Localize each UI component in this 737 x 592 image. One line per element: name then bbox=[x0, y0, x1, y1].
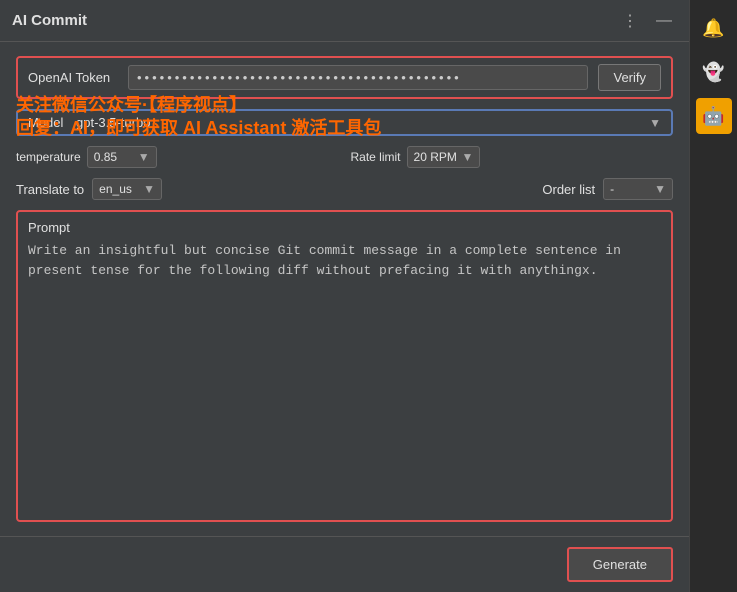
temperature-label: temperature bbox=[16, 150, 81, 164]
order-select-wrapper: - asc desc ▼ bbox=[603, 178, 673, 200]
notification-icon-button[interactable]: 🔔 bbox=[696, 10, 732, 46]
right-sidebar: 🔔 👻 🤖 bbox=[689, 0, 737, 592]
title-bar: AI Commit ⋮ — bbox=[0, 0, 689, 42]
model-select[interactable]: gpt-3.5-turbo gpt-4 gpt-4-turbo bbox=[76, 115, 641, 130]
rate-limit-group: Rate limit 20 RPM 10 RPM 30 RPM ▼ bbox=[351, 146, 674, 168]
translate-arrow-icon: ▼ bbox=[143, 182, 155, 196]
token-row: OpenAI Token Verify bbox=[16, 56, 673, 99]
app-title: AI Commit bbox=[12, 12, 87, 29]
token-label: OpenAI Token bbox=[28, 70, 118, 85]
rate-limit-label: Rate limit bbox=[351, 150, 401, 164]
temperature-select[interactable]: 0.85 0.5 1.0 1.5 bbox=[94, 150, 134, 164]
prompt-textarea[interactable]: Write an insightful but concise Git comm… bbox=[28, 241, 661, 512]
translate-select-wrapper: en_us zh_cn ja_jp fr_fr ▼ bbox=[92, 178, 162, 200]
order-select[interactable]: - asc desc bbox=[610, 182, 650, 196]
robot-icon: 🤖 bbox=[702, 106, 724, 127]
verify-button[interactable]: Verify bbox=[598, 64, 661, 91]
translate-order-row: Translate to en_us zh_cn ja_jp fr_fr ▼ O… bbox=[16, 178, 673, 200]
temperature-select-wrapper: 0.85 0.5 1.0 1.5 ▼ bbox=[87, 146, 157, 168]
order-arrow-icon: ▼ bbox=[654, 182, 666, 196]
bottom-bar: Generate bbox=[0, 536, 689, 592]
main-panel: AI Commit ⋮ — 关注微信公众号·【程序视点】 回复：AI，即可获取 … bbox=[0, 0, 689, 592]
temperature-arrow-icon: ▼ bbox=[138, 150, 150, 164]
notification-icon: 🔔 bbox=[702, 18, 724, 39]
rate-limit-select[interactable]: 20 RPM 10 RPM 30 RPM bbox=[414, 150, 458, 164]
temperature-group: temperature 0.85 0.5 1.0 1.5 ▼ bbox=[16, 146, 339, 168]
temp-rate-row: temperature 0.85 0.5 1.0 1.5 ▼ Rate limi… bbox=[16, 146, 673, 168]
model-select-arrow-icon: ▼ bbox=[649, 116, 661, 130]
order-label: Order list bbox=[542, 182, 595, 197]
ghost-icon: 👻 bbox=[702, 62, 724, 83]
translate-group: Translate to en_us zh_cn ja_jp fr_fr ▼ bbox=[16, 178, 162, 200]
model-row: Model gpt-3.5-turbo gpt-4 gpt-4-turbo ▼ bbox=[16, 109, 673, 136]
ghost-icon-button[interactable]: 👻 bbox=[696, 54, 732, 90]
minimize-button[interactable]: — bbox=[651, 10, 677, 32]
rate-limit-select-wrapper: 20 RPM 10 RPM 30 RPM ▼ bbox=[407, 146, 481, 168]
title-actions: ⋮ — bbox=[617, 9, 677, 33]
model-label: Model bbox=[28, 115, 68, 130]
menu-icon-button[interactable]: ⋮ bbox=[617, 9, 643, 33]
rate-limit-arrow-icon: ▼ bbox=[462, 150, 474, 164]
robot-icon-button[interactable]: 🤖 bbox=[696, 98, 732, 134]
prompt-label: Prompt bbox=[28, 220, 661, 235]
token-input[interactable] bbox=[128, 65, 588, 90]
content-area: 关注微信公众号·【程序视点】 回复：AI，即可获取 AI Assistant 激… bbox=[0, 42, 689, 536]
generate-button[interactable]: Generate bbox=[567, 547, 673, 582]
translate-select[interactable]: en_us zh_cn ja_jp fr_fr bbox=[99, 182, 139, 196]
order-group: Order list - asc desc ▼ bbox=[542, 178, 673, 200]
translate-label: Translate to bbox=[16, 182, 84, 197]
prompt-section: Prompt Write an insightful but concise G… bbox=[16, 210, 673, 522]
